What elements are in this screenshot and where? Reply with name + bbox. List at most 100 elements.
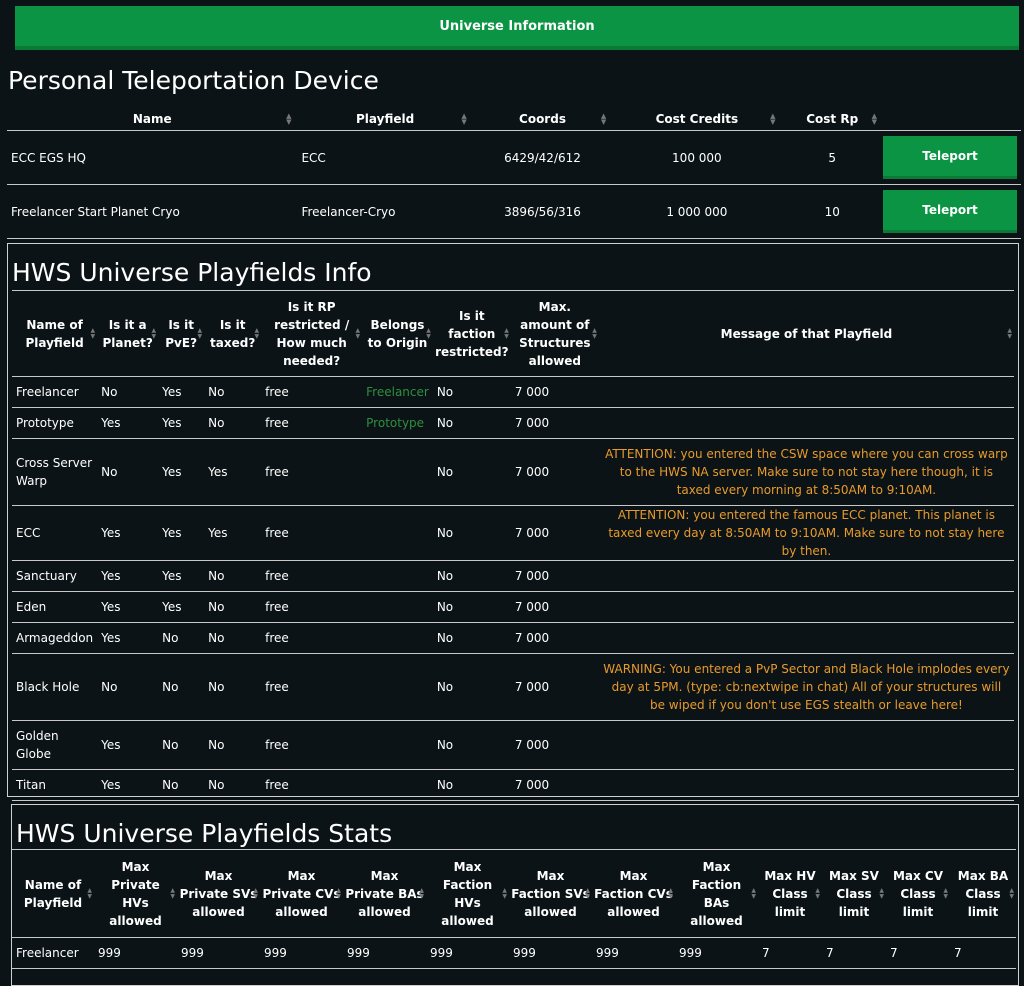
col-header[interactable]: Max Faction CVs allowed ▲ ▼ — [592, 849, 675, 938]
sort-icon[interactable]: ▲ ▼ — [770, 113, 775, 126]
cell-rp: free — [261, 560, 363, 592]
cell-origin — [362, 560, 433, 592]
cell-origin: Freelancer — [362, 376, 433, 408]
teleport-button[interactable]: Teleport — [883, 190, 1017, 233]
sort-icon[interactable]: ▲ ▼ — [751, 887, 756, 900]
col-header[interactable]: Max Faction BAs allowed ▲ ▼ — [675, 849, 758, 938]
cell-planet: Yes — [97, 560, 159, 592]
sort-icon[interactable]: ▲ ▼ — [504, 327, 509, 340]
cell-max: 7 000 — [510, 407, 599, 439]
cell-cost-credits: 1 000 000 — [612, 184, 782, 239]
sort-icon[interactable]: ▲ ▼ — [152, 327, 157, 340]
stats-header-row: Name of Playfield ▲ ▼ Max Private HVs allo… — [12, 849, 1016, 938]
sort-icon[interactable]: ▲ ▼ — [815, 887, 820, 900]
sort-icon[interactable]: ▲ ▼ — [461, 113, 466, 126]
col-header[interactable]: Name of Playfield ▲ ▼ — [12, 849, 94, 938]
teleport-button[interactable]: Teleport — [883, 136, 1017, 179]
cell-value: 999 — [426, 937, 509, 969]
cell-value: 999 — [509, 937, 592, 969]
cell-faction: No — [432, 438, 511, 506]
cell-planet: Yes — [97, 407, 159, 439]
cell-message — [598, 407, 1014, 439]
sort-icon[interactable]: ▲ ▼ — [87, 887, 92, 900]
sort-icon[interactable]: ▲ ▼ — [601, 113, 606, 126]
sort-icon[interactable]: ▲ ▼ — [585, 887, 590, 900]
cell-pve: No — [158, 653, 205, 721]
cell-value: 7 — [886, 937, 950, 969]
cell-max: 7 000 — [510, 622, 599, 654]
cell-name: Armageddon — [12, 622, 98, 654]
sort-icon[interactable]: ▲ ▼ — [426, 327, 431, 340]
cell-max: 7 000 — [510, 591, 599, 623]
col-header[interactable]: Belongs to Origin ▲ ▼ — [362, 290, 433, 377]
table-row: Freelancer 999 999 999 999 999 999 999 9… — [12, 937, 1016, 969]
sort-icon[interactable]: ▲ ▼ — [255, 327, 260, 340]
col-header[interactable]: Is it RP restricted / How much needed? ▲ ▼ — [261, 290, 363, 377]
cell-rp: free — [261, 407, 363, 439]
col-header[interactable]: Max BA Class limit ▲ ▼ — [950, 849, 1016, 938]
cell-cost-credits: 100 000 — [612, 130, 782, 185]
sort-icon[interactable]: ▲ ▼ — [943, 887, 948, 900]
cell-pve: Yes — [158, 407, 205, 439]
col-header[interactable]: Is it PvE? ▲ ▼ — [158, 290, 205, 377]
cell-pve: Yes — [158, 560, 205, 592]
sort-icon[interactable]: ▲ ▼ — [198, 327, 203, 340]
cell-coords: 6429/42/612 — [472, 130, 613, 185]
sort-icon[interactable]: ▲ ▼ — [419, 887, 424, 900]
cell-faction: No — [432, 653, 511, 721]
col-header-coords[interactable]: Coords ▲ ▼ — [472, 108, 613, 131]
playfields-info-title: HWS Universe Playfields Info — [12, 258, 372, 287]
cell-rp: free — [261, 622, 363, 654]
sort-icon[interactable]: ▲ ▼ — [872, 113, 877, 126]
cell-pve: No — [158, 720, 205, 770]
teleport-table: Name ▲ ▼ Playfield ▲ ▼ Coords ▲ ▼ Cost Credits… — [7, 108, 1021, 239]
col-header[interactable]: Max. amount of Structures allowed ▲ ▼ — [510, 290, 599, 377]
cell-rp: free — [261, 769, 363, 801]
col-header[interactable]: Max Faction SVs allowed ▲ ▼ — [509, 849, 592, 938]
col-header[interactable]: Max Private CVs allowed ▲ ▼ — [260, 849, 343, 938]
sort-icon[interactable]: ▲ ▼ — [668, 887, 673, 900]
col-header-cost-credits[interactable]: Cost Credits ▲ ▼ — [612, 108, 782, 131]
cell-message — [598, 769, 1014, 801]
playfields-info-panel: HWS Universe Playfields Info Name of Pla… — [7, 243, 1019, 801]
info-header-row: Name of Playfield ▲ ▼ Is it a Planet? ▲ ▼ Is… — [12, 290, 1014, 377]
col-header[interactable]: Is it a Planet? ▲ ▼ — [97, 290, 159, 377]
col-header-playfield[interactable]: Playfield ▲ ▼ — [297, 108, 473, 131]
col-header[interactable]: Max Private SVs allowed ▲ ▼ — [177, 849, 260, 938]
col-header[interactable]: Max Faction HVs allowed ▲ ▼ — [426, 849, 509, 938]
col-header[interactable]: Is it faction restricted? ▲ ▼ — [432, 290, 511, 377]
universe-information-button[interactable]: Universe Information — [15, 6, 1019, 50]
sort-icon[interactable]: ▲ ▼ — [1007, 327, 1012, 340]
cell-max: 7 000 — [510, 769, 599, 801]
sort-icon[interactable]: ▲ ▼ — [879, 887, 884, 900]
sort-icon[interactable]: ▲ ▼ — [253, 887, 258, 900]
table-row: Freelancer No Yes No free Freelancer No … — [12, 376, 1014, 408]
col-header[interactable]: Message of that Playfield ▲ ▼ — [598, 290, 1014, 377]
cell-name: ECC — [12, 505, 98, 561]
table-row: Prototype Yes Yes No free Prototype No 7… — [12, 407, 1014, 439]
col-header-cost-rp[interactable]: Cost Rp ▲ ▼ — [781, 108, 883, 131]
col-header[interactable]: Is it taxed? ▲ ▼ — [204, 290, 262, 377]
sort-icon[interactable]: ▲ ▼ — [91, 327, 96, 340]
sort-icon[interactable]: ▲ ▼ — [170, 887, 175, 900]
col-header[interactable]: Max HV Class limit ▲ ▼ — [758, 849, 822, 938]
col-header[interactable]: Max CV Class limit ▲ ▼ — [886, 849, 950, 938]
sort-icon[interactable]: ▲ ▼ — [286, 113, 291, 126]
cell-pve: No — [158, 622, 205, 654]
col-header-name[interactable]: Name ▲ ▼ — [7, 108, 298, 131]
col-header[interactable]: Max Private BAs allowed ▲ ▼ — [343, 849, 426, 938]
sort-icon[interactable]: ▲ ▼ — [356, 327, 361, 340]
sort-icon[interactable]: ▲ ▼ — [502, 887, 507, 900]
sort-icon[interactable]: ▲ ▼ — [336, 887, 341, 900]
cell-rp: free — [261, 720, 363, 770]
cell-message — [598, 376, 1014, 408]
teleport-section-title: Personal Teleportation Device — [8, 66, 379, 95]
sort-icon[interactable]: ▲ ▼ — [1009, 887, 1014, 900]
cell-value: 7 — [822, 937, 886, 969]
sort-icon[interactable]: ▲ ▼ — [592, 327, 597, 340]
cell-value: 7 — [758, 937, 822, 969]
table-row: Cross Server Warp No Yes Yes free No 7 0… — [12, 438, 1014, 506]
col-header[interactable]: Name of Playfield ▲ ▼ — [12, 290, 98, 377]
col-header[interactable]: Max Private HVs allowed ▲ ▼ — [94, 849, 177, 938]
col-header[interactable]: Max SV Class limit ▲ ▼ — [822, 849, 886, 938]
